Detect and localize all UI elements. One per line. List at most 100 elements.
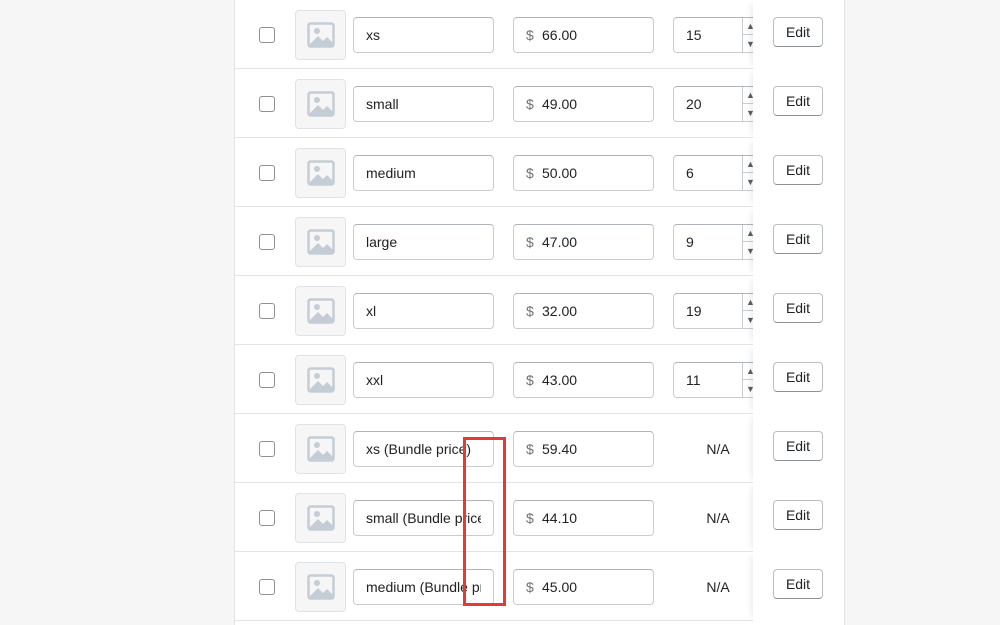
edit-button[interactable]: Edit [773,155,823,185]
variant-name-input[interactable] [353,155,494,191]
price-input[interactable] [542,372,652,388]
row-checkbox[interactable] [259,579,275,595]
currency-symbol: $ [526,441,534,457]
price-input[interactable] [542,96,652,112]
row-checkbox[interactable] [259,234,275,250]
quantity-field: ▲ ▼ [673,293,753,329]
variant-thumbnail[interactable] [295,355,346,405]
quantity-input[interactable] [686,165,746,181]
chevron-down-icon[interactable]: ▼ [743,242,753,259]
image-placeholder-icon [306,91,335,117]
row-checkbox[interactable] [259,165,275,181]
edit-button[interactable]: Edit [773,500,823,530]
variant-name-input[interactable] [353,17,494,53]
quantity-stepper[interactable]: ▲ ▼ [742,294,753,328]
currency-symbol: $ [526,510,534,526]
variant-name-input[interactable] [353,500,494,536]
price-input[interactable] [542,303,652,319]
quantity-stepper[interactable]: ▲ ▼ [742,18,753,52]
chevron-up-icon[interactable]: ▲ [743,225,753,242]
variant-name-input[interactable] [353,224,494,260]
edit-button[interactable]: Edit [773,17,823,47]
currency-symbol: $ [526,165,534,181]
quantity-input[interactable] [686,234,746,250]
variant-name-input[interactable] [353,86,494,122]
table-row: $ ▲ ▼ Edit [235,345,844,414]
currency-symbol: $ [526,579,534,595]
variant-name-input[interactable] [353,431,494,467]
table-row: $ ▲ ▼ Edit [235,207,844,276]
quantity-na-text: N/A [706,579,730,595]
variant-thumbnail[interactable] [295,148,346,198]
variant-thumbnail[interactable] [295,10,346,60]
row-checkbox[interactable] [259,441,275,457]
variant-name-input[interactable] [353,362,494,398]
chevron-up-icon[interactable]: ▲ [743,294,753,311]
price-field[interactable]: $ [513,155,654,191]
image-placeholder-icon [306,574,335,600]
price-field[interactable]: $ [513,569,654,605]
row-checkbox[interactable] [259,510,275,526]
variant-thumbnail[interactable] [295,493,346,543]
table-row: $ N/A Edit [235,552,844,621]
chevron-up-icon[interactable]: ▲ [743,87,753,104]
price-field[interactable]: $ [513,86,654,122]
table-row: $ N/A Edit [235,414,844,483]
row-checkbox[interactable] [259,303,275,319]
chevron-down-icon[interactable]: ▼ [743,173,753,190]
image-placeholder-icon [306,298,335,324]
price-field[interactable]: $ [513,431,654,467]
chevron-up-icon[interactable]: ▲ [743,363,753,380]
currency-symbol: $ [526,372,534,388]
table-row: $ N/A Edit [235,483,844,552]
chevron-down-icon[interactable]: ▼ [743,380,753,397]
variant-thumbnail[interactable] [295,424,346,474]
quantity-na-text: N/A [706,441,730,457]
quantity-stepper[interactable]: ▲ ▼ [742,363,753,397]
variant-name-input[interactable] [353,293,494,329]
table-row: $ ▲ ▼ Edit [235,0,844,69]
variant-name-input[interactable] [353,569,494,605]
edit-button[interactable]: Edit [773,362,823,392]
chevron-up-icon[interactable]: ▲ [743,156,753,173]
image-placeholder-icon [306,505,335,531]
row-checkbox[interactable] [259,96,275,112]
quantity-stepper[interactable]: ▲ ▼ [742,87,753,121]
image-placeholder-icon [306,436,335,462]
edit-button[interactable]: Edit [773,293,823,323]
quantity-input[interactable] [686,27,746,43]
image-placeholder-icon [306,367,335,393]
variant-thumbnail[interactable] [295,79,346,129]
quantity-input[interactable] [686,96,746,112]
quantity-input[interactable] [686,372,746,388]
chevron-down-icon[interactable]: ▼ [743,311,753,328]
price-field[interactable]: $ [513,224,654,260]
chevron-down-icon[interactable]: ▼ [743,104,753,121]
price-field[interactable]: $ [513,293,654,329]
price-input[interactable] [542,234,652,250]
edit-button[interactable]: Edit [773,224,823,254]
price-input[interactable] [542,510,652,526]
price-input[interactable] [542,579,652,595]
price-input[interactable] [542,27,652,43]
edit-button[interactable]: Edit [773,86,823,116]
variants-table: $ ▲ ▼ Edit $ [234,0,845,625]
price-field[interactable]: $ [513,500,654,536]
edit-button[interactable]: Edit [773,569,823,599]
quantity-stepper[interactable]: ▲ ▼ [742,156,753,190]
variant-thumbnail[interactable] [295,562,346,612]
price-input[interactable] [542,441,652,457]
quantity-stepper[interactable]: ▲ ▼ [742,225,753,259]
quantity-input[interactable] [686,303,746,319]
chevron-down-icon[interactable]: ▼ [743,35,753,52]
variant-thumbnail[interactable] [295,217,346,267]
row-checkbox[interactable] [259,372,275,388]
edit-button[interactable]: Edit [773,431,823,461]
row-checkbox[interactable] [259,27,275,43]
price-field[interactable]: $ [513,17,654,53]
price-input[interactable] [542,165,652,181]
price-field[interactable]: $ [513,362,654,398]
chevron-up-icon[interactable]: ▲ [743,18,753,35]
variant-thumbnail[interactable] [295,286,346,336]
quantity-field: ▲ ▼ [673,17,753,53]
